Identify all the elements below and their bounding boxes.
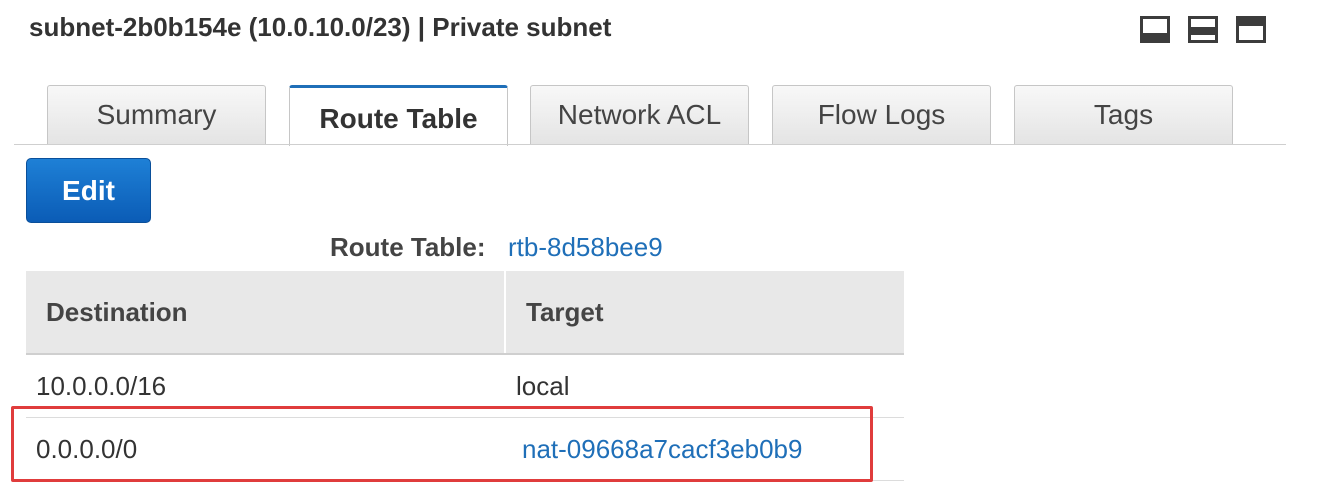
tab-route-table[interactable]: Route Table bbox=[289, 85, 508, 146]
tab-tags[interactable]: Tags bbox=[1014, 85, 1233, 144]
table-row: 10.0.0.0/16 local bbox=[26, 355, 904, 418]
edit-button[interactable]: Edit bbox=[26, 158, 151, 223]
routes-table-header: Destination Target bbox=[26, 271, 904, 355]
tabs-divider bbox=[14, 144, 1286, 145]
route-table-id-link[interactable]: rtb-8d58bee9 bbox=[508, 232, 663, 263]
route-table-label: Route Table: bbox=[330, 232, 486, 262]
route-destination: 10.0.0.0/16 bbox=[36, 370, 167, 401]
route-destination: 0.0.0.0/0 bbox=[36, 433, 138, 464]
routes-table: Destination Target 10.0.0.0/16 local 0.0… bbox=[26, 271, 904, 481]
panel-split-icon[interactable] bbox=[1188, 16, 1218, 43]
tab-flow-logs[interactable]: Flow Logs bbox=[772, 85, 991, 144]
tab-summary[interactable]: Summary bbox=[47, 85, 266, 144]
column-header-destination[interactable]: Destination bbox=[26, 271, 506, 353]
panel-top-icon[interactable] bbox=[1236, 16, 1266, 43]
column-header-target[interactable]: Target bbox=[506, 271, 904, 353]
route-target-link[interactable]: nat-09668a7cacf3eb0b9 bbox=[506, 418, 904, 480]
table-row: 0.0.0.0/0 nat-09668a7cacf3eb0b9 bbox=[26, 418, 904, 481]
tab-network-acl[interactable]: Network ACL bbox=[530, 85, 749, 144]
panel-bottom-icon[interactable] bbox=[1140, 16, 1170, 43]
page-title: subnet-2b0b154e (10.0.10.0/23) | Private… bbox=[29, 12, 612, 42]
panel-layout-controls bbox=[1140, 16, 1266, 43]
route-target: local bbox=[516, 370, 570, 401]
